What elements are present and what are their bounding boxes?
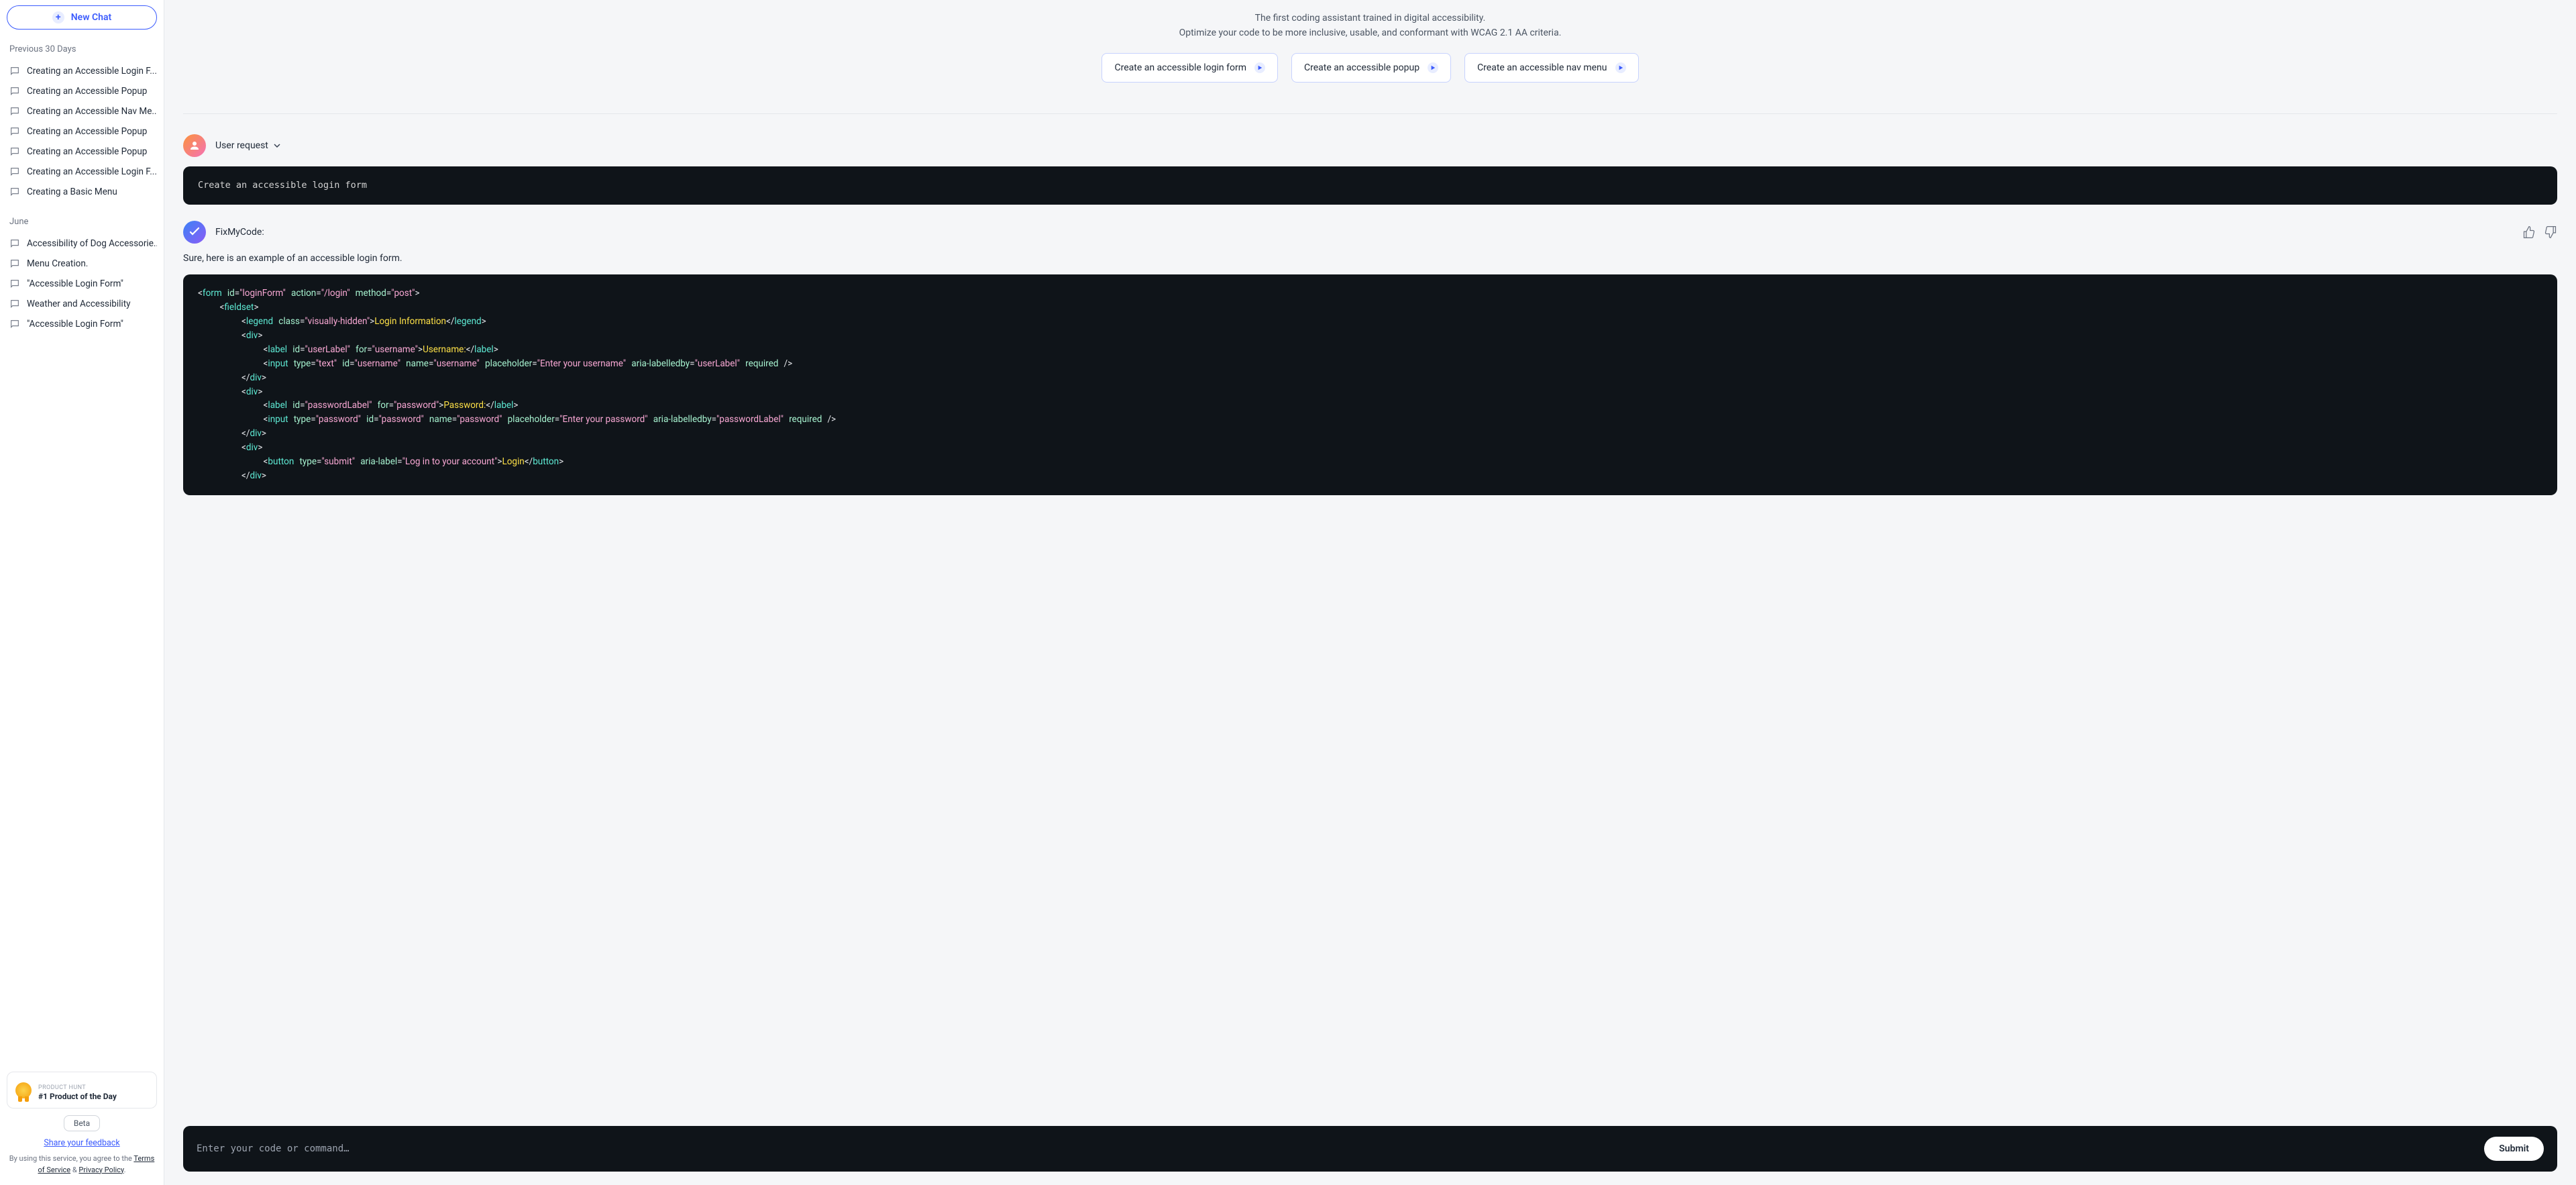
section-recent: Previous 30 Days [9,44,154,54]
user-avatar [183,134,206,157]
sidebar-item[interactable]: Creating an Accessible Popup [7,142,157,162]
suggestion-label: Create an accessible nav menu [1477,60,1607,75]
sidebar-item-label: Creating an Accessible Login F... [27,166,157,177]
product-hunt-badge[interactable]: PRODUCT HUNT #1 Product of the Day [7,1072,157,1109]
command-input[interactable] [197,1143,2473,1154]
user-request-dropdown[interactable]: User request [215,140,280,151]
bot-label: FixMyCode: [215,227,264,238]
new-chat-button[interactable]: + New Chat [7,5,157,30]
play-icon [1615,62,1626,73]
thumbs-down-icon[interactable] [2544,225,2557,239]
sidebar-item[interactable]: Creating an Accessible Login F... [7,162,157,182]
sidebar-item-label: Weather and Accessibility [27,299,131,309]
sidebar-item-label: Creating an Accessible Popup [27,146,147,157]
sidebar-item[interactable]: Creating an Accessible Popup [7,81,157,101]
sidebar-item[interactable]: "Accessible Login Form" [7,274,157,294]
sidebar-item[interactable]: Menu Creation. [7,254,157,274]
sidebar-item-label: Menu Creation. [27,258,88,269]
sidebar-item-label: Creating a Basic Menu [27,187,117,197]
badge-eyebrow: PRODUCT HUNT [38,1084,86,1091]
badge-title: #1 Product of the Day [38,1092,117,1101]
user-message-block: Create an accessible login form [183,166,2557,205]
suggestion-label: Create an accessible popup [1304,60,1419,75]
chevron-down-icon [274,142,280,149]
sidebar-item[interactable]: Creating an Accessible Login F... [7,61,157,81]
play-icon [1254,62,1265,73]
bot-intro: Sure, here is an example of an accessibl… [183,253,2557,264]
terms-text: By using this service, you agree to the … [7,1153,157,1176]
sidebar-item-label: Creating an Accessible Nav Me... [27,106,157,117]
thumbs-up-icon[interactable] [2522,225,2536,239]
sidebar-item[interactable]: Creating an Accessible Popup [7,121,157,142]
bot-code-block: <form id="loginForm" action="/login" met… [183,274,2557,495]
sidebar-item-label: "Accessible Login Form" [27,319,123,329]
beta-tag: Beta [64,1115,100,1131]
new-chat-label: New Chat [71,12,111,23]
section-june: June [9,217,154,227]
sidebar-item[interactable]: "Accessible Login Form" [7,314,157,334]
feedback-link[interactable]: Share your feedback [7,1138,157,1148]
sidebar-item-label: "Accessible Login Form" [27,278,123,289]
sidebar-item[interactable]: Creating a Basic Menu [7,182,157,202]
sidebar-item-label: Creating an Accessible Login F... [27,66,157,76]
divider [183,113,2557,114]
privacy-link[interactable]: Privacy Policy [78,1166,123,1174]
suggestion-chip[interactable]: Create an accessible nav menu [1464,53,1638,83]
suggestion-chip[interactable]: Create an accessible login form [1102,53,1278,83]
hero-line2: Optimize your code to be more inclusive,… [183,25,2557,40]
suggestion-label: Create an accessible login form [1114,60,1246,75]
play-icon [1428,62,1438,73]
suggestion-chip[interactable]: Create an accessible popup [1291,53,1451,83]
sidebar-item-label: Accessibility of Dog Accessorie... [27,238,157,249]
sidebar-item-label: Creating an Accessible Popup [27,126,147,137]
medal-icon [15,1082,32,1098]
hero-line1: The first coding assistant trained in di… [183,11,2557,25]
bot-avatar [183,221,206,244]
command-input-bar: Submit [183,1126,2557,1172]
submit-button[interactable]: Submit [2484,1137,2544,1161]
sidebar-item-label: Creating an Accessible Popup [27,86,147,97]
sidebar-item[interactable]: Weather and Accessibility [7,294,157,314]
sidebar-item[interactable]: Accessibility of Dog Accessorie... [7,234,157,254]
plus-icon: + [52,11,64,23]
sidebar-item[interactable]: Creating an Accessible Nav Me... [7,101,157,121]
